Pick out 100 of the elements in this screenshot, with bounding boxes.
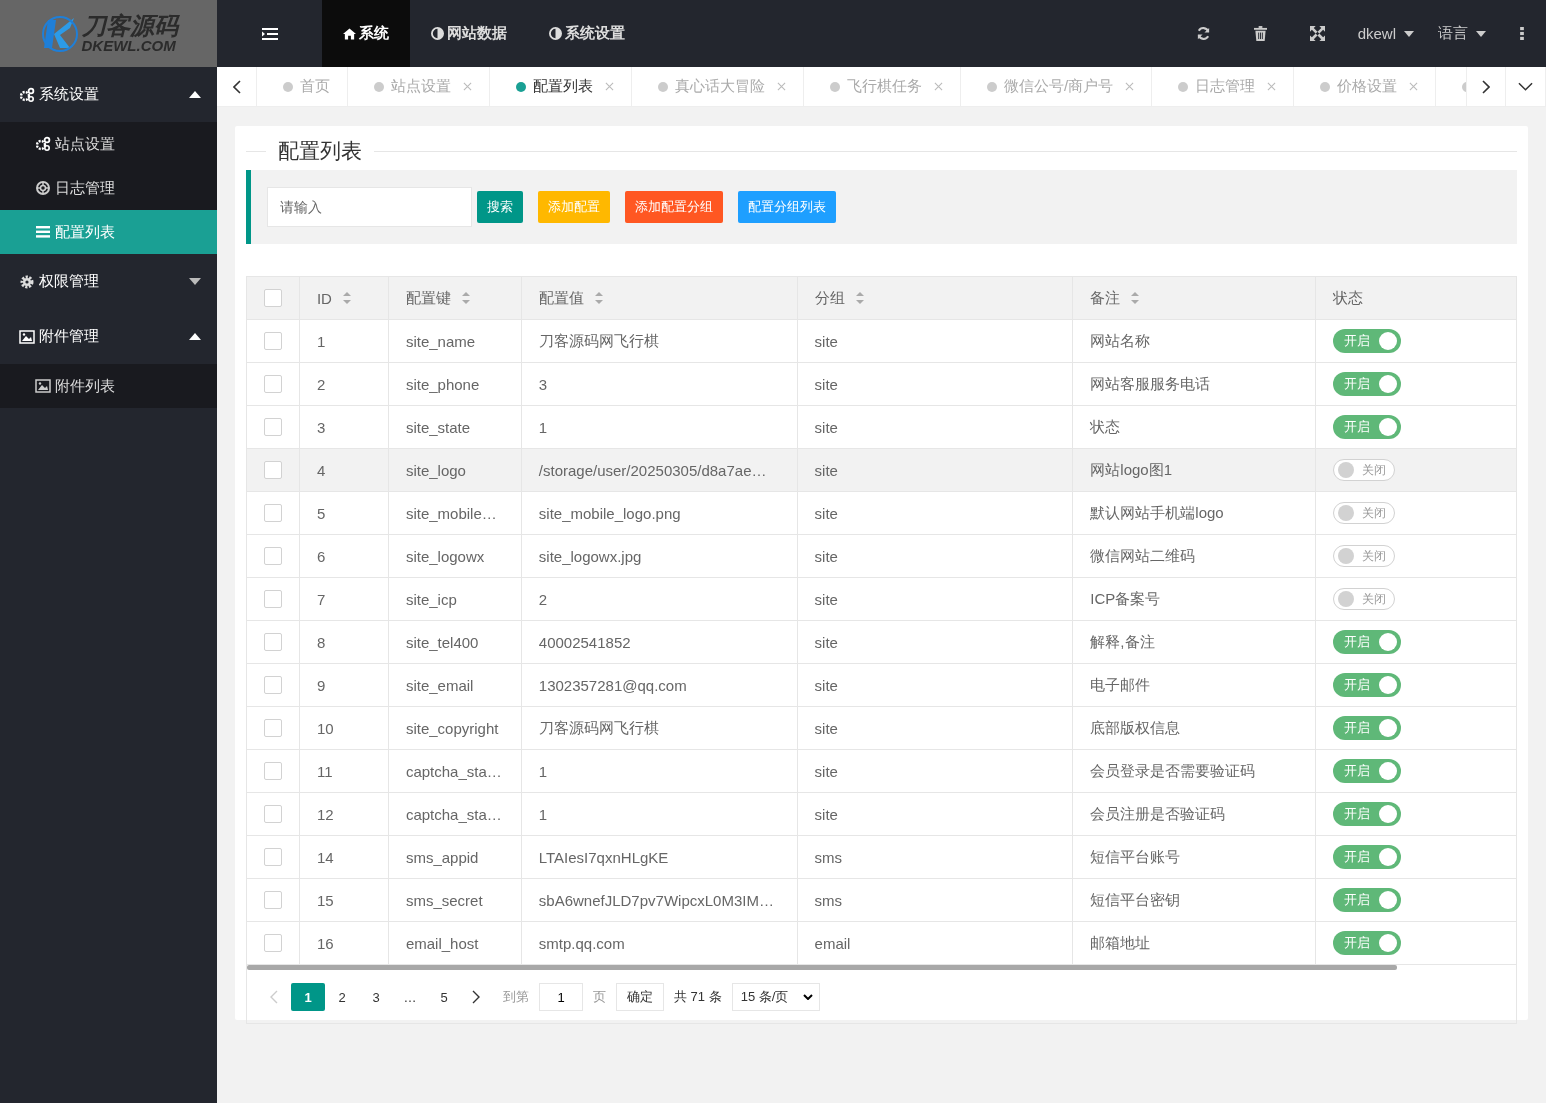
sort-icon[interactable] xyxy=(1130,291,1141,305)
sidebar-item[interactable]: 日志管理 xyxy=(0,166,217,210)
page-tab[interactable]: 日志管理 xyxy=(1152,67,1295,106)
user-menu[interactable]: dkewl xyxy=(1345,0,1426,67)
column-header: 配置值 xyxy=(538,288,584,308)
sort-icon[interactable] xyxy=(593,291,604,305)
row-checkbox[interactable] xyxy=(263,461,282,479)
top-nav-tab[interactable]: 系统设置 xyxy=(528,0,646,67)
sidebar-item[interactable]: 附件列表 xyxy=(0,364,217,408)
row-checkbox[interactable] xyxy=(263,504,282,522)
status-switch[interactable]: 开启 xyxy=(1333,931,1402,955)
table-cell: 40002541852 xyxy=(538,633,631,651)
table-cell: 8 xyxy=(316,633,326,651)
row-checkbox[interactable] xyxy=(263,590,282,608)
page-tab[interactable]: 首页 xyxy=(257,67,348,106)
page-button[interactable]: 5 xyxy=(427,983,461,1011)
table-cell: 7 xyxy=(316,590,326,608)
page-tab[interactable]: 配置列表 xyxy=(490,67,632,106)
sidebar-group[interactable]: 附件管理 xyxy=(0,309,217,364)
status-switch[interactable]: 关闭 xyxy=(1333,545,1396,567)
total-count: 共 71 条 xyxy=(674,988,722,1006)
horizontal-scrollbar[interactable] xyxy=(247,965,1397,970)
row-checkbox[interactable] xyxy=(263,719,282,737)
page-button[interactable]: 1 xyxy=(291,983,325,1011)
page-size-select[interactable]: 15 条/页 xyxy=(731,983,820,1011)
top-nav-tab[interactable]: 网站数据 xyxy=(410,0,528,67)
top-nav-tab[interactable]: 系统 xyxy=(322,0,410,67)
status-switch[interactable]: 开启 xyxy=(1333,630,1402,654)
sidebar-group[interactable]: 权限管理 xyxy=(0,254,217,309)
sidebar-item[interactable]: 站点设置 xyxy=(0,122,217,166)
row-checkbox[interactable] xyxy=(263,891,282,909)
status-switch[interactable]: 开启 xyxy=(1333,802,1402,826)
table-header-cell[interactable]: 备注 xyxy=(1073,277,1317,319)
row-checkbox[interactable] xyxy=(263,934,282,952)
sidebar-group[interactable]: 系统设置 xyxy=(0,67,217,122)
page-tab[interactable]: 站点设置 xyxy=(348,67,490,106)
sort-icon[interactable] xyxy=(854,291,865,305)
table-cell: 刀客源码网飞行棋 xyxy=(538,718,659,738)
row-checkbox[interactable] xyxy=(263,375,282,393)
list-icon xyxy=(35,224,51,240)
row-checkbox[interactable] xyxy=(263,805,282,823)
status-switch[interactable]: 关闭 xyxy=(1333,588,1396,610)
table-header-cell[interactable]: ID xyxy=(299,277,389,319)
status-switch[interactable]: 开启 xyxy=(1333,329,1402,353)
table-header-cell[interactable]: 配置键 xyxy=(388,277,522,319)
page-button[interactable]: … xyxy=(393,983,427,1011)
status-switch[interactable]: 开启 xyxy=(1333,845,1402,869)
table-cell: site_icp xyxy=(405,590,457,608)
status-switch[interactable]: 关闭 xyxy=(1333,459,1396,481)
confirm-button[interactable]: 确定 xyxy=(616,983,664,1011)
scroll-right-button[interactable] xyxy=(1466,67,1506,106)
table-cell: site_logowx.jpg xyxy=(538,547,642,565)
toolbar-button[interactable]: 配置分组列表 xyxy=(738,191,836,223)
close-icon xyxy=(777,82,786,91)
sort-icon[interactable] xyxy=(341,291,352,305)
lifebuoy-icon xyxy=(35,180,51,196)
row-checkbox[interactable] xyxy=(263,418,282,436)
table-cell: 1 xyxy=(538,805,548,823)
expand-icon xyxy=(1309,26,1325,41)
status-switch[interactable]: 开启 xyxy=(1333,716,1402,740)
page-input[interactable]: 1 xyxy=(539,983,583,1011)
page-button[interactable]: 2 xyxy=(325,983,359,1011)
table-cell: 1 xyxy=(316,332,326,350)
page-tab[interactable]: 微信公号/商户号 xyxy=(961,67,1153,106)
table-header-cell[interactable]: 分组 xyxy=(797,277,1074,319)
page-tab[interactable]: 飞行棋任务 xyxy=(804,67,961,106)
sort-icon[interactable] xyxy=(460,291,471,305)
sidebar-item-label: 站点设置 xyxy=(55,134,115,154)
row-checkbox[interactable] xyxy=(263,547,282,565)
status-switch[interactable]: 开启 xyxy=(1333,759,1402,783)
table-cell: 底部版权信息 xyxy=(1090,718,1181,738)
page-button[interactable]: 3 xyxy=(359,983,393,1011)
select-all-checkbox[interactable] xyxy=(263,289,282,307)
table-cell: 3 xyxy=(316,418,326,436)
chevron-down-icon xyxy=(1518,82,1533,91)
table-cell: site xyxy=(814,332,838,350)
page-tab[interactable]: 价格设置 xyxy=(1294,67,1437,106)
panel-title: 配置列表 xyxy=(277,138,363,164)
gears-icon xyxy=(19,86,35,103)
row-checkbox[interactable] xyxy=(263,633,282,651)
status-switch[interactable]: 关闭 xyxy=(1333,502,1396,524)
toolbar-button[interactable]: 添加配置分组 xyxy=(625,191,723,223)
status-switch[interactable]: 开启 xyxy=(1333,673,1402,697)
chevron-down-icon xyxy=(802,994,813,1000)
row-checkbox[interactable] xyxy=(263,848,282,866)
row-checkbox[interactable] xyxy=(263,676,282,694)
toolbar-button[interactable]: 搜索 xyxy=(477,191,523,223)
status-switch[interactable]: 开启 xyxy=(1333,888,1402,912)
sidebar-item[interactable]: 配置列表 xyxy=(0,210,217,254)
table-cell: 15 xyxy=(316,891,334,909)
language-menu[interactable]: 语言 xyxy=(1426,0,1498,67)
page-tab[interactable]: 真心话大冒险 xyxy=(632,67,804,106)
table-cell: 会员登录是否需要验证码 xyxy=(1090,761,1256,781)
table-header-cell[interactable]: 配置值 xyxy=(521,277,798,319)
row-checkbox[interactable] xyxy=(263,762,282,780)
status-switch[interactable]: 开启 xyxy=(1333,372,1402,396)
row-checkbox[interactable] xyxy=(263,332,282,350)
search-field[interactable]: 请输入 xyxy=(267,187,472,227)
status-switch[interactable]: 开启 xyxy=(1333,415,1402,439)
table-header-cell[interactable]: 状态 xyxy=(1316,277,1516,319)
